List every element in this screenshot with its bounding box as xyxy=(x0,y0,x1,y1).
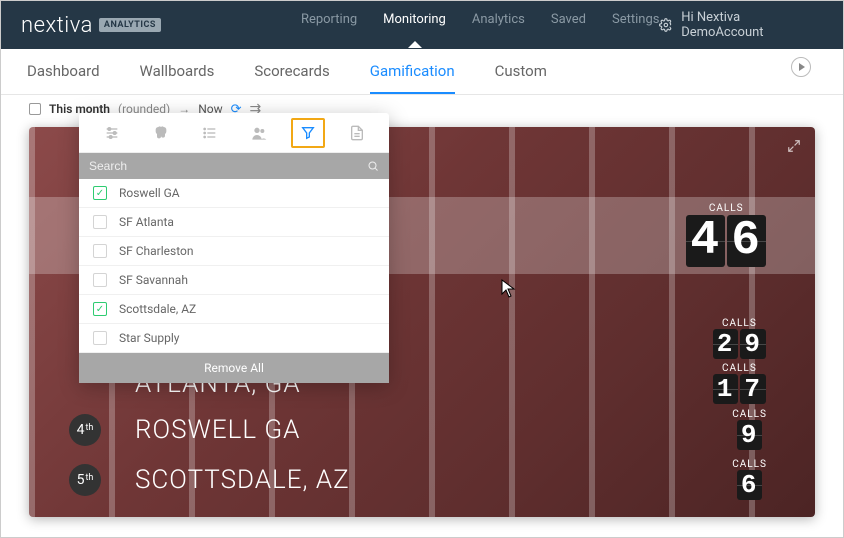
calls-value: 9 xyxy=(732,420,767,450)
remove-all-button[interactable]: Remove All xyxy=(79,353,389,383)
rank-badge: 4th xyxy=(69,414,101,446)
calls-label: CALLS xyxy=(712,318,767,329)
play-button[interactable] xyxy=(791,57,811,77)
sub-nav-custom[interactable]: Custom xyxy=(495,62,547,82)
calls-block: CALLS46 xyxy=(685,203,767,268)
checkbox-icon[interactable] xyxy=(93,244,107,258)
logo: nextiva ANALYTICS xyxy=(21,13,161,38)
account-greeting: Hi Nextiva DemoAccount xyxy=(681,10,823,40)
calls-label: CALLS xyxy=(712,363,767,374)
sub-nav-dashboard[interactable]: Dashboard xyxy=(27,62,100,82)
calls-block: CALLS29 xyxy=(712,318,767,359)
filter-option-label: Roswell GA xyxy=(119,186,180,200)
filter-option-label: SF Charleston xyxy=(119,244,194,258)
top-nav-saved[interactable]: Saved xyxy=(551,12,586,39)
checkbox-icon[interactable] xyxy=(93,215,107,229)
search-row xyxy=(79,153,389,179)
users-icon[interactable] xyxy=(242,118,276,148)
calls-label: CALLS xyxy=(732,409,767,420)
sub-nav: Dashboard Wallboards Scorecards Gamificatio… xyxy=(1,49,843,95)
calls-value: 46 xyxy=(685,214,767,268)
option-list[interactable]: ✓ Roswell GA SF Atlanta SF Charleston SF Sav… xyxy=(79,179,389,353)
top-nav-reporting[interactable]: Reporting xyxy=(301,12,357,39)
top-nav-analytics[interactable]: Analytics xyxy=(472,12,525,39)
account-label[interactable]: Hi Nextiva DemoAccount xyxy=(659,10,823,40)
brand-badge: ANALYTICS xyxy=(99,18,161,32)
search-icon[interactable] xyxy=(367,160,379,172)
calls-value: 17 xyxy=(712,374,767,404)
top-bar: nextiva ANALYTICS Reporting Monitoring Ana… xyxy=(1,1,843,49)
top-nav-monitoring[interactable]: Monitoring xyxy=(383,12,446,39)
calls-value: 29 xyxy=(712,329,767,359)
sub-nav-gamification[interactable]: Gamification xyxy=(370,62,455,82)
leaderboard-row: 4th ROSWELL GACALLS9 xyxy=(29,403,815,456)
filter-option[interactable]: ✓ Roswell GA xyxy=(79,179,389,208)
filter-option[interactable]: SF Atlanta xyxy=(79,208,389,237)
calendar-icon[interactable] xyxy=(29,103,41,115)
panel-tab-row xyxy=(79,113,389,153)
calls-value: 6 xyxy=(732,470,767,500)
cursor-icon xyxy=(501,279,517,299)
document-icon[interactable] xyxy=(340,118,374,148)
expand-icon[interactable] xyxy=(787,139,801,153)
brand-name: nextiva xyxy=(21,13,93,38)
sub-nav-wallboards[interactable]: Wallboards xyxy=(140,62,215,82)
filter-option[interactable]: SF Savannah xyxy=(79,266,389,295)
calls-block: CALLS9 xyxy=(732,409,767,450)
checkbox-icon[interactable]: ✓ xyxy=(93,186,107,200)
filter-panel: ✓ Roswell GA SF Atlanta SF Charleston SF Sav… xyxy=(79,113,389,383)
filter-option-label: SF Atlanta xyxy=(119,215,174,229)
search-input[interactable] xyxy=(89,159,367,173)
filter-icon[interactable] xyxy=(291,118,325,148)
play-icon xyxy=(799,63,805,71)
gear-icon xyxy=(659,18,673,32)
filter-option-label: Scottsdale, AZ xyxy=(119,302,196,316)
top-nav-settings[interactable]: Settings xyxy=(612,12,659,39)
checkbox-icon[interactable] xyxy=(93,273,107,287)
filter-option[interactable]: ✓ Scottsdale, AZ xyxy=(79,295,389,324)
calls-block: CALLS17 xyxy=(712,363,767,404)
top-nav: Reporting Monitoring Analytics Saved Setting… xyxy=(301,12,660,39)
sub-nav-scorecards[interactable]: Scorecards xyxy=(254,62,329,82)
brain-icon[interactable] xyxy=(144,118,178,148)
rank-name: SCOTTSDALE, AZ xyxy=(135,465,732,495)
leaderboard-row: 5th SCOTTSDALE, AZCALLS6 xyxy=(29,453,815,506)
rank-name: ROSWELL GA xyxy=(135,415,732,445)
checkbox-icon[interactable] xyxy=(93,331,107,345)
filter-option-label: SF Savannah xyxy=(119,273,188,287)
calls-label: CALLS xyxy=(685,203,767,214)
rank-badge: 5th xyxy=(69,464,101,496)
calls-label: CALLS xyxy=(732,459,767,470)
list-icon[interactable] xyxy=(193,118,227,148)
sliders-icon[interactable] xyxy=(95,118,129,148)
checkbox-icon[interactable]: ✓ xyxy=(93,302,107,316)
filter-option[interactable]: SF Charleston xyxy=(79,237,389,266)
calls-block: CALLS6 xyxy=(732,459,767,500)
filter-option-label: Star Supply xyxy=(119,331,179,345)
filter-option[interactable]: Star Supply xyxy=(79,324,389,353)
